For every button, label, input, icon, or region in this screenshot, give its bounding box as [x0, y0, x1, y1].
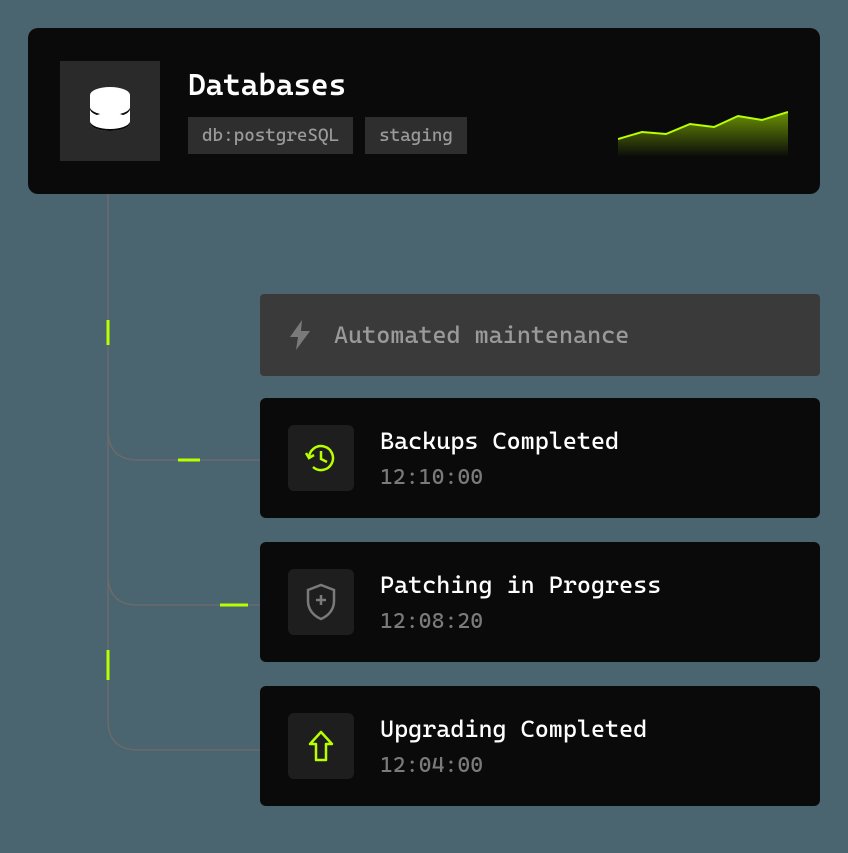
tag-db: db:postgreSQL [188, 117, 353, 154]
task-title: Backups Completed [380, 427, 619, 455]
lightning-icon [288, 320, 312, 350]
task-time: 12:10:00 [380, 465, 619, 490]
task-icon-box [288, 713, 354, 779]
task-icon-box [288, 569, 354, 635]
sparkline-chart [618, 97, 788, 157]
header-main: Databases db:postgreSQL staging [188, 68, 590, 154]
tag-env: staging [365, 117, 467, 154]
tag-row: db:postgreSQL staging [188, 117, 590, 154]
upload-arrow-icon [304, 728, 338, 764]
section-header: Automated maintenance [260, 294, 820, 376]
database-icon-box [60, 61, 160, 161]
task-title: Patching in Progress [380, 571, 661, 599]
task-card-backups: Backups Completed 12:10:00 [260, 398, 820, 518]
task-card-patching: Patching in Progress 12:08:20 [260, 542, 820, 662]
task-card-upgrading: Upgrading Completed 12:04:00 [260, 686, 820, 806]
task-text: Upgrading Completed 12:04:00 [380, 715, 647, 778]
task-title: Upgrading Completed [380, 715, 647, 743]
database-icon [86, 85, 134, 137]
task-icon-box [288, 425, 354, 491]
section-title: Automated maintenance [334, 321, 629, 349]
database-header-card: Databases db:postgreSQL staging [28, 28, 820, 194]
task-text: Backups Completed 12:10:00 [380, 427, 619, 490]
history-icon [303, 440, 339, 476]
shield-plus-icon [304, 583, 338, 621]
task-time: 12:08:20 [380, 609, 661, 634]
page-title: Databases [188, 68, 590, 103]
task-text: Patching in Progress 12:08:20 [380, 571, 661, 634]
task-time: 12:04:00 [380, 753, 647, 778]
